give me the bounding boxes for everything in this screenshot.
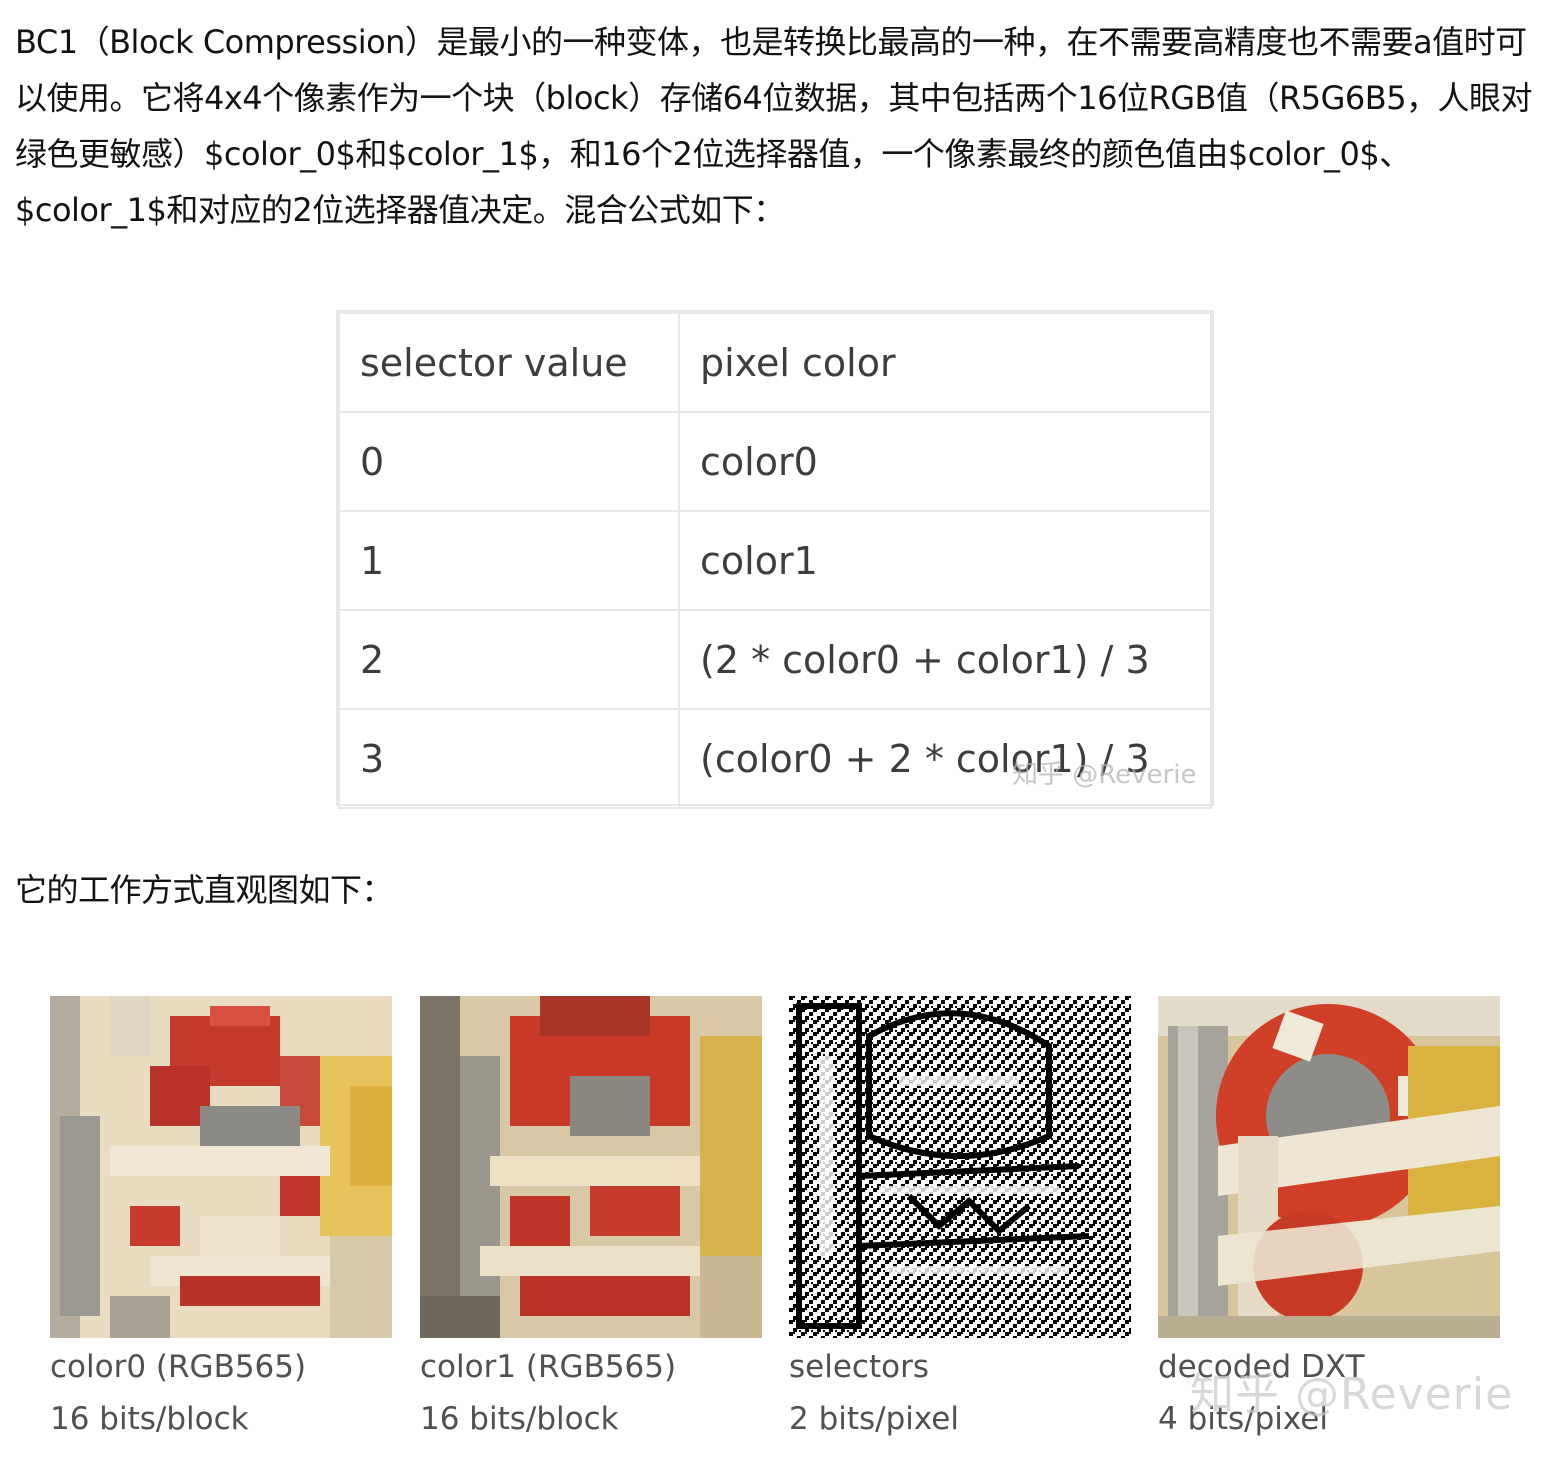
selectors-bitmap-image: [789, 996, 1131, 1338]
table-cell-selector: 2: [338, 609, 680, 710]
color1-pixel-image: [420, 996, 762, 1338]
figure-color0: color0 (RGB565) 16 bits/block: [50, 996, 392, 1442]
table-cell-selector: 3: [338, 708, 680, 809]
figure-color1: color1 (RGB565) 16 bits/block: [420, 996, 762, 1442]
figure-caption-line1: color0 (RGB565): [50, 1349, 307, 1385]
figure-caption-line2: 2 bits/pixel: [789, 1401, 959, 1437]
figure-decoded-dxt: decoded DXT 4 bits/pixel: [1158, 996, 1500, 1442]
figure-caption-line1: decoded DXT: [1158, 1349, 1365, 1385]
table-cell-color: color0: [678, 411, 1212, 512]
color0-pixel-image: [50, 996, 392, 1338]
figure-selectors: selectors 2 bits/pixel: [789, 996, 1131, 1442]
table-cell-color: (color0 + 2 * color1) / 3: [678, 708, 1212, 809]
table-header-row: selector value pixel color: [338, 312, 1212, 413]
selector-table: selector value pixel color 0 color0 1 co…: [336, 310, 1214, 809]
table-cell-color: color1: [678, 510, 1212, 611]
table-cell-selector: 1: [338, 510, 680, 611]
header-pixel-color: pixel color: [678, 312, 1212, 413]
figure-caption-line1: color1 (RGB565): [420, 1349, 677, 1385]
intro-paragraph: BC1（Block Compression）是最小的一种变体，也是转换比最高的一…: [15, 23, 1533, 229]
table-cell-selector: 0: [338, 411, 680, 512]
table-row: 0 color0: [338, 411, 1212, 512]
figure-caption-line2: 16 bits/block: [420, 1401, 619, 1437]
figure-caption-line1: selectors: [789, 1349, 929, 1385]
figure-caption-line2: 16 bits/block: [50, 1401, 249, 1437]
second-paragraph: 它的工作方式直观图如下：: [15, 871, 394, 909]
table-row: 3 (color0 + 2 * color1) / 3: [338, 708, 1212, 809]
header-selector-value: selector value: [338, 312, 680, 413]
decoded-dxt-image: [1158, 996, 1500, 1338]
table-row: 1 color1: [338, 510, 1212, 611]
table-cell-color: (2 * color0 + color1) / 3: [678, 609, 1212, 710]
table-row: 2 (2 * color0 + color1) / 3: [338, 609, 1212, 710]
figure-caption-line2: 4 bits/pixel: [1158, 1401, 1328, 1437]
